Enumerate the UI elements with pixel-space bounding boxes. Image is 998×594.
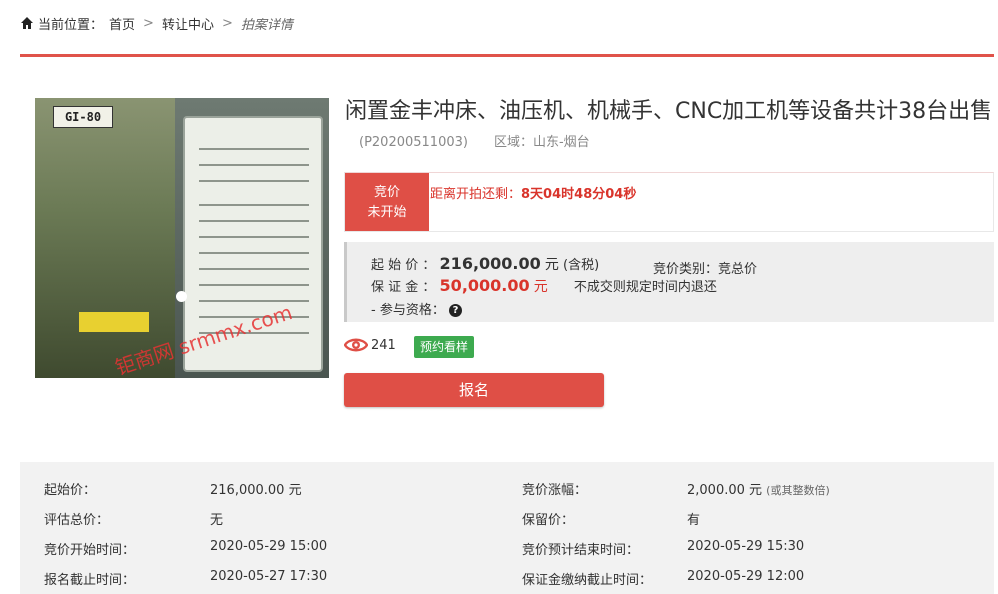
detail-value: 2020-05-29 15:00 <box>210 539 328 554</box>
price-panel: 起 始 价 ： 216,000.00 元 (含税) 竞价类别：竞总价 保 证 金… <box>344 242 994 322</box>
help-icon[interactable]: ? <box>448 304 462 317</box>
bid-type-row: 竞价类别：竞总价 <box>653 262 758 277</box>
deposit-note: 不成交则规定时间内退还 <box>573 280 717 295</box>
auction-status-badge: 竞价 未开始 <box>345 173 429 231</box>
breadcrumb-label: 当前位置： <box>38 17 104 33</box>
product-title-block: 闲置金丰冲床、油压机、机械手、CNC加工机等设备共计38台出售 (P2020051… <box>345 98 995 157</box>
detail-label: 竞价涨幅： <box>522 483 588 498</box>
breadcrumb-current: 拍案详情 <box>240 17 293 33</box>
bid-type-value: 竞总价 <box>718 262 758 277</box>
eye-icon <box>344 338 368 352</box>
detail-value: 2020-05-27 17:30 <box>210 569 328 584</box>
detail-value: 2020-05-29 15:30 <box>687 539 805 554</box>
detail-label: 保证金缴纳截止时间： <box>522 573 653 588</box>
qualification-row: - 参与资格： ? <box>371 299 462 318</box>
header-divider <box>20 54 994 57</box>
detail-value: 216,000.00 元 <box>210 483 302 498</box>
home-icon <box>21 17 33 29</box>
detail-label: 保留价： <box>522 513 575 528</box>
breadcrumb-home-link[interactable]: 首页 <box>109 14 135 33</box>
start-price-row: 起 始 价 ： 216,000.00 元 (含税) <box>371 254 600 273</box>
breadcrumb-transfer-center-link[interactable]: 转让中心 <box>162 14 214 33</box>
view-count: 241 <box>371 338 396 353</box>
product-region: 区域：山东-烟台 <box>493 135 590 150</box>
deposit-value: 50,000.00 <box>439 276 530 295</box>
product-image[interactable]: GI-80 钜商网 srmmx.com <box>35 98 329 378</box>
start-price-value: 216,000.00 <box>439 254 541 273</box>
detail-label: 竞价预计结束时间： <box>522 543 640 558</box>
breadcrumb-separator: > <box>221 15 233 31</box>
signup-button[interactable]: 报名 <box>344 373 604 407</box>
countdown-text: 距离开拍还剩：8天04时48分04秒 <box>430 187 637 202</box>
deposit-row: 保 证 金 ： 50,000.00 元 不成交则规定时间内退还 <box>371 276 717 295</box>
breadcrumb-separator: > <box>143 15 154 31</box>
detail-label: 起始价： <box>44 483 97 498</box>
detail-value: 无 <box>210 513 224 528</box>
detail-value: 2,000.00 元 (或其整数倍) <box>687 483 830 498</box>
book-viewing-button[interactable]: 预约看样 <box>414 336 475 358</box>
detail-label: 报名截止时间： <box>44 573 136 588</box>
detail-value: 有 <box>687 513 701 528</box>
machine-model-plate: GI-80 <box>53 106 113 128</box>
detail-label: 评估总价： <box>44 513 110 528</box>
detail-value: 2020-05-29 12:00 <box>687 569 805 584</box>
auction-details-table: 起始价： 216,000.00 元 评估总价： 无 竞价开始时间： 2020-0… <box>20 462 994 594</box>
countdown-value: 8天04时48分04秒 <box>521 187 637 202</box>
product-title: 闲置金丰冲床、油压机、机械手、CNC加工机等设备共计38台出售 <box>345 99 993 124</box>
detail-label: 竞价开始时间： <box>44 543 136 558</box>
carousel-indicator[interactable] <box>176 291 187 302</box>
auction-countdown-panel: 竞价 未开始 距离开拍还剩：8天04时48分04秒 <box>344 172 994 232</box>
product-code: (P20200511003) <box>359 135 468 150</box>
breadcrumb: 当前位置： 首页 > 转让中心 > 拍案详情 <box>20 14 293 33</box>
